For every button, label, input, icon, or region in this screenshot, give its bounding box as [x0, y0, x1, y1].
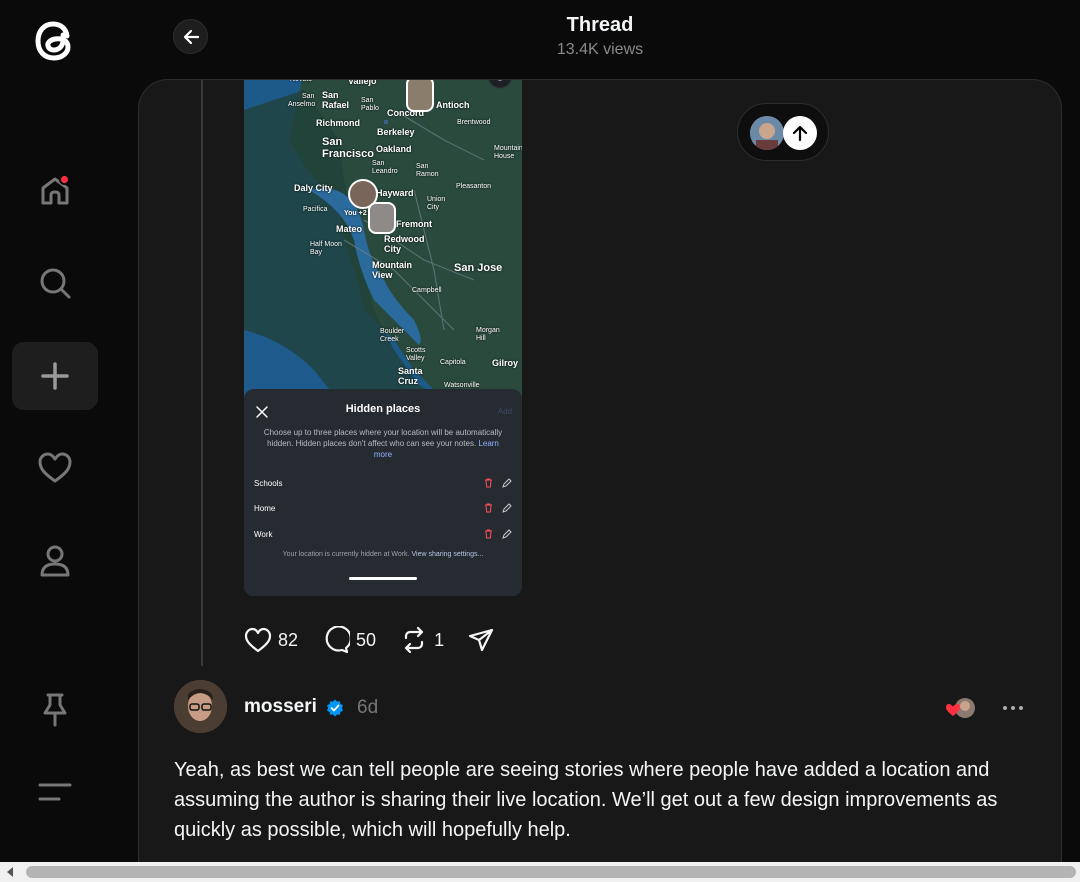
like-count: 82	[278, 629, 299, 650]
thread-line	[201, 80, 203, 666]
scrollbar-thumb[interactable]	[26, 866, 1076, 878]
trash-icon[interactable]	[484, 503, 493, 513]
pencil-icon[interactable]	[502, 478, 512, 488]
nav-menu-button[interactable]	[12, 758, 98, 826]
liked-by-avatar[interactable]	[945, 696, 977, 720]
view-sharing-settings-link[interactable]: View sharing settings...	[411, 551, 483, 558]
trash-icon[interactable]	[484, 478, 493, 488]
reply-body: Yeah, as best we can tell people are see…	[174, 759, 998, 841]
comment-icon	[325, 626, 351, 654]
nav-search-button[interactable]	[12, 249, 98, 317]
menu-icon	[38, 783, 72, 801]
more-options-icon[interactable]	[1001, 696, 1025, 720]
sheet-description: Choose up to three places where your loc…	[263, 428, 503, 459]
nav-activity-button[interactable]	[12, 434, 98, 502]
heart-icon	[38, 452, 72, 483]
page-title: Thread	[566, 14, 634, 36]
sidebar	[0, 0, 110, 882]
profile-icon	[40, 545, 70, 577]
send-icon	[468, 628, 494, 652]
verified-badge-icon	[327, 699, 343, 717]
plus-icon	[41, 362, 69, 390]
post-image[interactable]: Novato Vallejo San San Rafael Anselmo San…	[244, 80, 522, 596]
horizontal-scrollbar[interactable]	[0, 862, 1080, 882]
scroll-left-icon[interactable]	[0, 862, 20, 882]
hidden-places-sheet: Hidden places Add Choose up to three pla…	[244, 389, 522, 596]
comment-button[interactable]: 50	[322, 626, 376, 654]
home-indicator	[349, 577, 417, 580]
pencil-icon[interactable]	[502, 529, 512, 539]
reply-timestamp: 6d	[357, 697, 379, 718]
nav-pin-button[interactable]	[12, 675, 98, 743]
avatar	[750, 116, 784, 150]
reply-username[interactable]: mosseri	[244, 696, 317, 718]
comment-count: 50	[356, 629, 377, 650]
thread-card: Novato Vallejo San San Rafael Anselmo San…	[138, 79, 1062, 882]
map-avatar[interactable]	[368, 202, 396, 234]
pencil-icon[interactable]	[502, 503, 512, 513]
threads-logo-icon[interactable]	[31, 14, 79, 66]
notification-dot	[59, 174, 70, 185]
sheet-title: Hidden places	[345, 403, 421, 415]
reply-avatar[interactable]	[174, 680, 227, 733]
search-icon	[40, 268, 71, 299]
heart-icon	[244, 627, 272, 653]
map-avatar[interactable]	[406, 80, 434, 112]
repost-count: 1	[434, 629, 445, 650]
sheet-footer: Your location is currently hidden at Wor…	[282, 551, 484, 558]
back-button[interactable]	[173, 19, 208, 54]
nav-home-button[interactable]	[12, 157, 98, 225]
view-count: 13.4K views	[556, 41, 644, 58]
nav-profile-button[interactable]	[12, 527, 98, 595]
post-actions: 82 50 1	[244, 626, 518, 654]
repost-button[interactable]: 1	[400, 626, 444, 654]
place-row[interactable]: Home	[254, 501, 512, 515]
repost-icon	[404, 626, 424, 654]
place-row[interactable]: Work	[254, 527, 512, 541]
share-button[interactable]	[468, 628, 494, 652]
sheet-add-button[interactable]: Add	[498, 407, 512, 416]
trash-icon[interactable]	[484, 529, 493, 539]
nav-create-button[interactable]	[12, 342, 98, 410]
arrow-up-icon	[783, 116, 817, 150]
like-button[interactable]: 82	[244, 627, 298, 653]
pin-icon	[43, 693, 67, 727]
arrow-left-icon	[183, 29, 199, 44]
scroll-top-pill[interactable]	[737, 103, 829, 161]
place-row[interactable]: Schools	[254, 476, 512, 490]
